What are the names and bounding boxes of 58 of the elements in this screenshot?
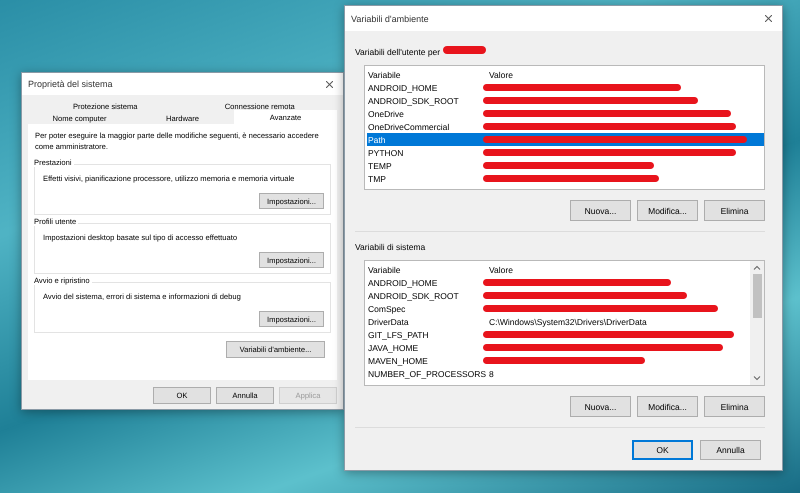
variable-value: 8	[489, 368, 494, 378]
section-label: Variabili dell'utente per	[355, 47, 440, 57]
table-row[interactable]: NUMBER_OF_PROCESSORS 8	[367, 367, 750, 380]
column-header[interactable]: Variabile	[367, 264, 489, 274]
table-action-button[interactable]: Elimina	[704, 200, 765, 221]
close-button[interactable]	[763, 13, 774, 24]
close-icon	[765, 15, 772, 22]
table-row[interactable]: PYTHON	[367, 146, 764, 159]
table-row[interactable]: GIT_LFS_PATH	[367, 328, 750, 341]
scroll-up-icon[interactable]	[753, 264, 761, 272]
table-row[interactable]: ANDROID_SDK_ROOT	[367, 94, 764, 107]
variable-name: JAVA_HOME	[367, 342, 420, 352]
table-row[interactable]: MAVEN_HOME	[367, 354, 750, 367]
variable-name: TMP	[367, 174, 387, 184]
table-row[interactable]: JAVA_HOME	[367, 341, 750, 354]
column-header[interactable]: Valore	[489, 263, 750, 276]
table-action-button[interactable]: Modifica...	[637, 396, 698, 417]
table-row[interactable]: DriverData C:\Windows\System32\Drivers\DriverData	[367, 315, 750, 328]
variable-name: MAVEN_HOME	[367, 356, 429, 366]
table-action-button[interactable]: Modifica...	[637, 200, 698, 221]
table-row[interactable]: ComSpec	[367, 302, 750, 315]
variable-name: OneDriveCommercial	[367, 122, 450, 132]
variable-name: Path	[367, 134, 386, 144]
dialog-button[interactable]: OK	[632, 440, 693, 460]
table-row[interactable]: Path	[367, 133, 764, 146]
variable-name: TEMP	[367, 160, 393, 170]
window-title: Proprietà del sistema	[28, 79, 113, 89]
scrollbar[interactable]	[750, 261, 764, 385]
variable-name: OneDrive	[367, 108, 405, 118]
window-title: Variabili d'ambiente	[351, 14, 429, 24]
variable-name: NUMBER_OF_PROCESSORS	[367, 368, 488, 378]
variable-name: ComSpec	[367, 304, 406, 314]
table-row[interactable]: TEMP	[367, 159, 764, 172]
variable-name: ANDROID_HOME	[367, 278, 438, 288]
close-icon	[326, 80, 333, 88]
variable-name: ANDROID_HOME	[367, 82, 438, 92]
column-header[interactable]: Valore	[489, 68, 764, 81]
variable-name: ANDROID_SDK_ROOT	[367, 290, 460, 300]
section-label: Variabili di sistema	[355, 242, 426, 252]
scroll-down-icon[interactable]	[753, 374, 761, 382]
table-row[interactable]: OneDriveCommercial	[367, 120, 764, 133]
table-row[interactable]: TMP	[367, 172, 764, 185]
table-row[interactable]: OneDrive	[367, 107, 764, 120]
table-action-button[interactable]: Nuova...	[570, 396, 631, 417]
table-action-button[interactable]: Nuova...	[570, 200, 631, 221]
close-button[interactable]	[324, 78, 335, 90]
column-header[interactable]: Variabile	[367, 70, 489, 80]
scrollbar-thumb[interactable]	[752, 274, 762, 318]
table-row[interactable]: ANDROID_HOME	[367, 276, 750, 289]
variable-name: GIT_LFS_PATH	[367, 330, 430, 340]
variable-name: DriverData	[367, 316, 410, 326]
table-row[interactable]: ANDROID_HOME	[367, 81, 764, 94]
table-row[interactable]: ANDROID_SDK_ROOT	[367, 289, 750, 302]
variable-value: C:\Windows\System32\Drivers\DriverData	[489, 316, 647, 326]
dialog-button[interactable]: Annulla	[700, 440, 761, 460]
variable-name: ANDROID_SDK_ROOT	[367, 96, 460, 106]
variable-name: PYTHON	[367, 148, 404, 158]
table-action-button[interactable]: Elimina	[704, 396, 765, 417]
